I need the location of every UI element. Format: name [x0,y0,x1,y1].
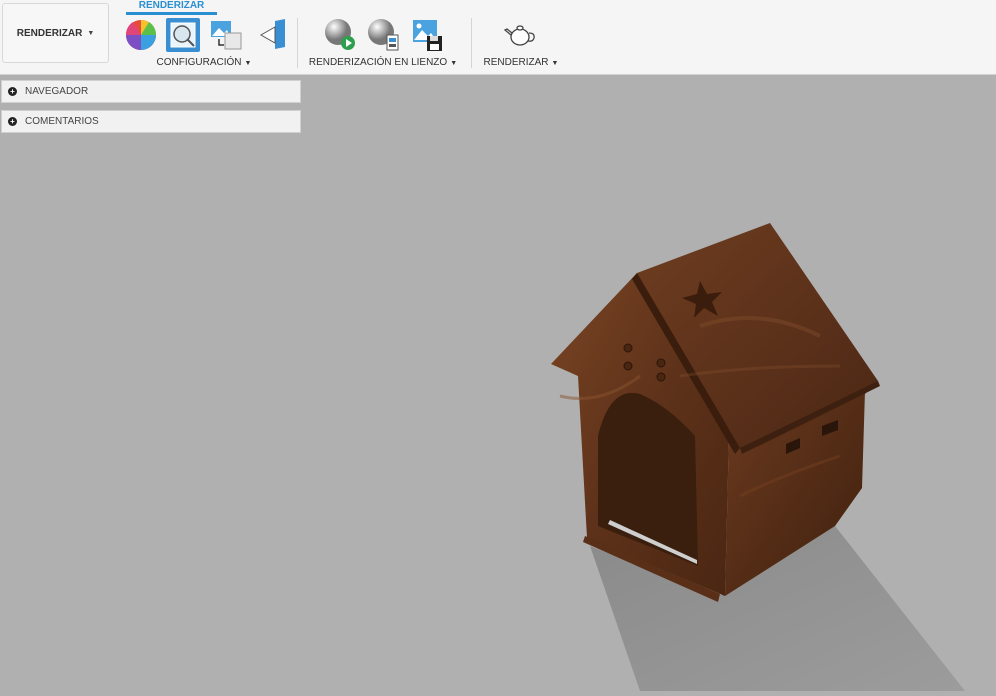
browser-panel[interactable]: + NAVEGADOR [1,80,301,103]
in-canvas-render-button[interactable] [323,18,357,52]
expand-icon: + [8,87,17,96]
in-canvas-render-settings-button[interactable] [366,18,400,52]
decal-icon [259,19,285,49]
chevron-down-icon: ▼ [450,60,458,67]
toolbar: RENDERIZAR ▼ RENDERIZAR CONFIGURACIÓN ▼ … [0,0,996,75]
appearance-icon [125,20,157,50]
divider [471,18,472,68]
comments-label: COMENTARIOS [25,116,99,127]
render-group-label: RENDERIZAR [483,57,549,68]
canvas-render-label: RENDERIZACIÓN EN LIENZO [308,57,448,68]
workspace-label: RENDERIZAR [16,27,83,39]
decal-button[interactable] [255,18,289,52]
texture-map-button[interactable] [209,18,243,52]
chevron-down-icon: ▼ [87,29,95,37]
scene-settings-icon [170,22,196,48]
scene-settings-button[interactable] [166,18,200,52]
doghouse-model [551,223,965,691]
in-canvas-render-icon [325,19,355,50]
divider [297,18,298,68]
in-canvas-render-settings-icon [368,19,399,51]
capture-image-icon [413,20,442,51]
render-button[interactable] [503,18,537,52]
config-label: CONFIGURACIÓN [156,57,242,68]
comments-panel[interactable]: + COMENTARIOS [1,110,301,133]
canvas-viewport[interactable] [0,76,996,691]
texture-map-icon [211,21,242,50]
canvas-render-dropdown[interactable]: RENDERIZACIÓN EN LIENZO ▼ [307,57,459,68]
expand-icon: + [8,117,17,126]
chevron-down-icon: ▼ [551,60,559,67]
render-teapot-icon [503,25,535,46]
render-dropdown[interactable]: RENDERIZAR ▼ [481,57,561,68]
tab-render[interactable]: RENDERIZAR [126,0,217,15]
appearance-button[interactable] [124,18,158,52]
browser-label: NAVEGADOR [25,86,89,97]
config-dropdown[interactable]: CONFIGURACIÓN ▼ [154,57,254,68]
chevron-down-icon: ▼ [244,60,252,67]
capture-image-button[interactable] [410,18,444,52]
workspace-switcher-button[interactable]: RENDERIZAR ▼ [2,3,109,63]
